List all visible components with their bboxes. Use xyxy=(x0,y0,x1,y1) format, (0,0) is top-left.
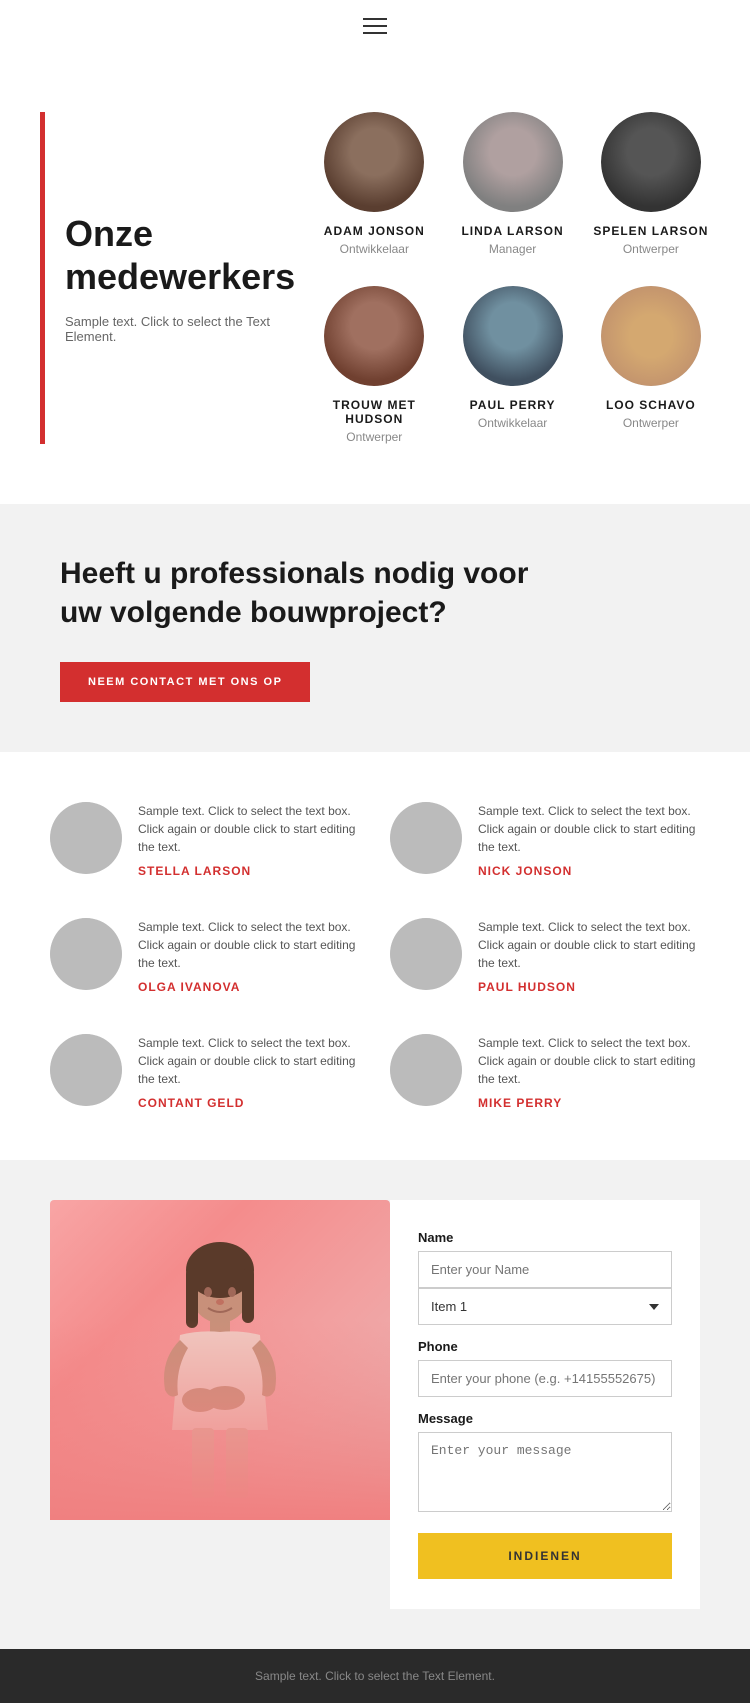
person-name: OLGA IVANOVA xyxy=(138,980,360,994)
team-member-role: Ontwikkelaar xyxy=(478,416,547,430)
avatar-placeholder xyxy=(463,286,563,386)
team-member-avatar xyxy=(601,286,701,386)
team-member: ADAM JONSON Ontwikkelaar xyxy=(315,112,433,256)
people-section: Sample text. Click to select the text bo… xyxy=(0,752,750,1160)
team-member-name: TROUW MET HUDSON xyxy=(315,398,433,426)
person-name: MIKE PERRY xyxy=(478,1096,700,1110)
team-member-role: Manager xyxy=(489,242,536,256)
team-section: Onze medewerkers Sample text. Click to s… xyxy=(0,52,750,504)
team-member-name: LOO SCHAVO xyxy=(606,398,696,412)
team-heading: Onze medewerkers Sample text. Click to s… xyxy=(40,112,295,444)
person-info: Sample text. Click to select the text bo… xyxy=(478,1034,700,1110)
person-avatar xyxy=(390,802,462,874)
contact-form: Name Item 1Item 2Item 3 Phone Message IN… xyxy=(390,1200,700,1609)
team-grid: ADAM JONSON Ontwikkelaar LINDA LARSON Ma… xyxy=(315,112,710,444)
person-description: Sample text. Click to select the text bo… xyxy=(478,918,700,972)
avatar xyxy=(50,1034,122,1106)
form-image xyxy=(50,1200,390,1609)
person-description: Sample text. Click to select the text bo… xyxy=(478,1034,700,1088)
team-member-role: Ontwerper xyxy=(346,430,402,444)
person-card: Sample text. Click to select the text bo… xyxy=(50,1034,360,1110)
avatar-placeholder xyxy=(324,112,424,212)
person-info: Sample text. Click to select the text bo… xyxy=(478,802,700,878)
person-info: Sample text. Click to select the text bo… xyxy=(478,918,700,994)
person-description: Sample text. Click to select the text bo… xyxy=(138,802,360,856)
person-card: Sample text. Click to select the text bo… xyxy=(390,802,700,878)
team-title: Onze medewerkers xyxy=(65,212,295,298)
person-card: Sample text. Click to select the text bo… xyxy=(50,918,360,994)
name-label: Name xyxy=(418,1230,672,1245)
people-grid: Sample text. Click to select the text bo… xyxy=(50,802,700,1110)
item-select[interactable]: Item 1Item 2Item 3 xyxy=(418,1288,672,1325)
person-avatar xyxy=(50,918,122,990)
avatar-placeholder xyxy=(601,286,701,386)
team-member-role: Ontwikkelaar xyxy=(340,242,409,256)
team-member: LINDA LARSON Manager xyxy=(453,112,571,256)
person-avatar xyxy=(390,1034,462,1106)
avatar xyxy=(390,1034,462,1106)
person-silhouette xyxy=(120,1230,320,1520)
person-card: Sample text. Click to select the text bo… xyxy=(390,918,700,994)
footer-text: Sample text. Click to select the Text El… xyxy=(20,1669,730,1683)
banner-heading: Heeft u professionals nodig voor uw volg… xyxy=(60,554,560,632)
avatar xyxy=(390,918,462,990)
person-info: Sample text. Click to select the text bo… xyxy=(138,802,360,878)
team-description: Sample text. Click to select the Text El… xyxy=(65,314,295,344)
message-label: Message xyxy=(418,1411,672,1426)
team-member: LOO SCHAVO Ontwerper xyxy=(592,286,710,444)
person-avatar xyxy=(390,918,462,990)
name-input[interactable] xyxy=(418,1251,672,1288)
team-member-avatar xyxy=(324,112,424,212)
navigation xyxy=(0,0,750,52)
team-member-name: ADAM JONSON xyxy=(324,224,425,238)
contact-button[interactable]: NEEM CONTACT MET ONS OP xyxy=(60,662,310,702)
person-name: PAUL HUDSON xyxy=(478,980,700,994)
menu-icon[interactable] xyxy=(363,18,387,34)
form-section: Name Item 1Item 2Item 3 Phone Message IN… xyxy=(0,1160,750,1649)
avatar xyxy=(50,918,122,990)
person-name: STELLA LARSON xyxy=(138,864,360,878)
team-member-avatar xyxy=(601,112,701,212)
team-member-avatar xyxy=(463,112,563,212)
avatar-placeholder xyxy=(324,286,424,386)
person-description: Sample text. Click to select the text bo… xyxy=(138,1034,360,1088)
team-member: PAUL PERRY Ontwikkelaar xyxy=(453,286,571,444)
person-description: Sample text. Click to select the text bo… xyxy=(138,918,360,972)
team-member-name: SPELEN LARSON xyxy=(593,224,708,238)
person-name: NICK JONSON xyxy=(478,864,700,878)
team-member: TROUW MET HUDSON Ontwerper xyxy=(315,286,433,444)
team-member-role: Ontwerper xyxy=(623,416,679,430)
person-info: Sample text. Click to select the text bo… xyxy=(138,1034,360,1110)
person-description: Sample text. Click to select the text bo… xyxy=(478,802,700,856)
team-member: SPELEN LARSON Ontwerper xyxy=(592,112,710,256)
team-member-avatar xyxy=(463,286,563,386)
banner-section: Heeft u professionals nodig voor uw volg… xyxy=(0,504,750,752)
submit-button[interactable]: INDIENEN xyxy=(418,1533,672,1579)
footer: Sample text. Click to select the Text El… xyxy=(0,1649,750,1703)
team-member-name: PAUL PERRY xyxy=(470,398,556,412)
form-image-placeholder xyxy=(50,1200,390,1520)
avatar-placeholder xyxy=(463,112,563,212)
avatar-placeholder xyxy=(601,112,701,212)
avatar xyxy=(50,802,122,874)
person-card: Sample text. Click to select the text bo… xyxy=(390,1034,700,1110)
person-info: Sample text. Click to select the text bo… xyxy=(138,918,360,994)
avatar xyxy=(390,802,462,874)
team-member-name: LINDA LARSON xyxy=(461,224,563,238)
phone-label: Phone xyxy=(418,1339,672,1354)
person-card: Sample text. Click to select the text bo… xyxy=(50,802,360,878)
person-name: CONTANT GELD xyxy=(138,1096,360,1110)
team-member-avatar xyxy=(324,286,424,386)
message-input[interactable] xyxy=(418,1432,672,1512)
person-avatar xyxy=(50,802,122,874)
phone-input[interactable] xyxy=(418,1360,672,1397)
person-avatar xyxy=(50,1034,122,1106)
team-member-role: Ontwerper xyxy=(623,242,679,256)
